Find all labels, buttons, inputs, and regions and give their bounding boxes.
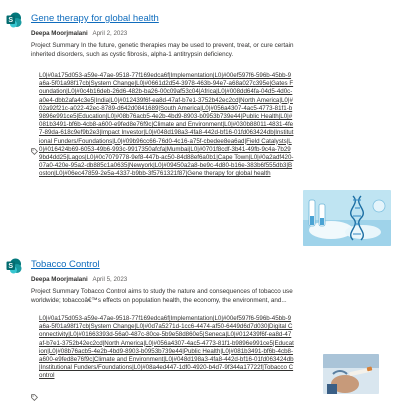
result-summary: Project Summary Tobacco Control aims to … [31, 288, 293, 304]
result-date: April 5, 2023 [92, 276, 128, 283]
result-byline: Deepa Moorjmalani April 2, 2023 [31, 30, 127, 37]
svg-text:S: S [8, 263, 13, 270]
svg-text:S: S [8, 17, 13, 24]
result-title-link[interactable]: Tobacco Control [31, 259, 100, 270]
sharepoint-site-icon: S [6, 12, 22, 28]
tag-icon [31, 142, 38, 155]
result-tags-link[interactable]: L0|#0a175d053-a59e-47ae-9518-77f169edca6… [39, 72, 294, 179]
result-byline: Deepa Moorjmalani April 5, 2023 [31, 276, 127, 283]
sharepoint-site-icon: S [6, 258, 22, 274]
tag-icon [31, 388, 38, 401]
result-author: Deepa Moorjmalani [31, 30, 88, 37]
result-title-link[interactable]: Gene therapy for global health [31, 13, 159, 24]
result-summary: Project Summary In the future, genetic t… [31, 42, 294, 58]
result-tags-link[interactable]: L0|#0a175d053-a59e-47ae-9518-77f169edca6… [39, 315, 294, 381]
result-thumbnail-image[interactable] [323, 354, 379, 394]
result-author: Deepa Moorjmalani [31, 276, 88, 283]
result-date: April 2, 2023 [92, 30, 128, 37]
result-thumbnail-image[interactable] [303, 190, 391, 246]
